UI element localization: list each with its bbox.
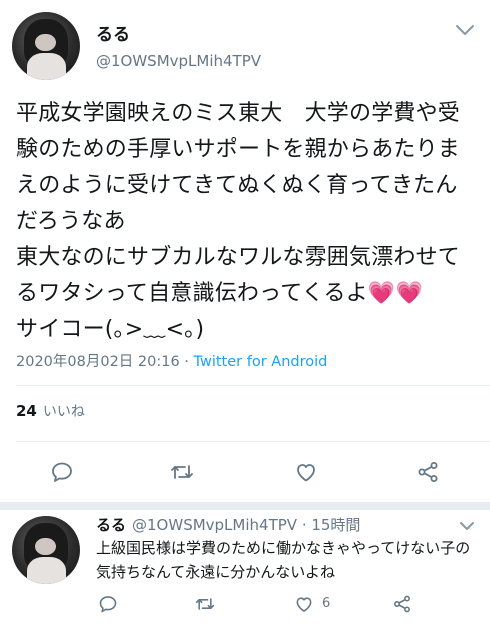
reply-icon[interactable]: [96, 592, 120, 616]
reply-handle-time[interactable]: @1OWSMvpLMih4TPV · 15時間: [132, 516, 360, 534]
reply-avatar[interactable]: [12, 516, 80, 584]
timestamp: 2020年08月02日 20:16 ·: [16, 354, 194, 370]
avatar[interactable]: [12, 12, 80, 80]
like-icon[interactable]: [292, 592, 316, 616]
share-icon[interactable]: [390, 592, 414, 616]
retweet-icon[interactable]: [192, 592, 218, 616]
source-link[interactable]: Twitter for Android: [194, 354, 328, 370]
likes-label: いいね: [42, 404, 85, 420]
retweet-icon[interactable]: [166, 458, 198, 486]
display-name[interactable]: るる: [96, 20, 130, 45]
like-icon[interactable]: [290, 458, 322, 486]
chevron-down-icon[interactable]: [454, 22, 476, 38]
like-count: 6: [322, 596, 331, 611]
divider: [16, 385, 490, 386]
user-handle[interactable]: @1OWSMvpLMih4TPV: [96, 52, 261, 70]
section-separator: [0, 502, 490, 510]
divider: [16, 441, 490, 442]
likes-number: 24: [16, 402, 37, 420]
reply-icon[interactable]: [46, 458, 78, 486]
reply-display-name[interactable]: るる: [96, 516, 126, 534]
tweet-meta: 2020年08月02日 20:16 · Twitter for Android: [16, 350, 327, 371]
chevron-down-icon[interactable]: [458, 518, 476, 532]
reply-text: 上級国民様は学費のために働かなきゃやってけない子の気持ちなんて永遠に分かんないよ…: [96, 539, 471, 581]
likes-count[interactable]: 24 いいね: [16, 401, 85, 421]
share-icon[interactable]: [412, 458, 444, 486]
reply-header: るる @1OWSMvpLMih4TPV · 15時間: [96, 514, 360, 535]
tweet-text: 平成女学園映えのミス東大 大学の学費や受験のための手厚いサポートを親からあたりま…: [16, 101, 461, 342]
